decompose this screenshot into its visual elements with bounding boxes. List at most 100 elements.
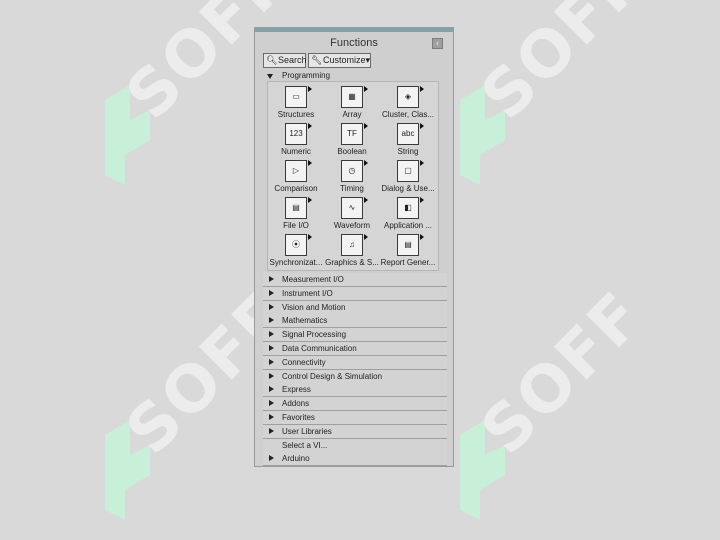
watermark-logo-icon xyxy=(105,420,150,520)
category-label: Favorites xyxy=(282,413,315,422)
graphics-sound-icon: ♫ xyxy=(341,234,363,256)
submenu-arrow-icon xyxy=(364,123,368,129)
expand-down-icon xyxy=(267,74,273,79)
application-control-icon: ◧ xyxy=(397,197,419,219)
waveform-icon: ∿ xyxy=(341,197,363,219)
magnifier-icon: 🔍︎ xyxy=(266,55,278,65)
palette-item[interactable]: ▭ Structures xyxy=(266,84,326,120)
palette-item[interactable]: ▤ File I/O xyxy=(266,195,326,231)
palette-item-label: Synchronizat... xyxy=(269,258,323,267)
palette-item-label: Graphics & S... xyxy=(325,258,379,267)
report-generation-icon: ▤ xyxy=(397,234,419,256)
palette-item[interactable]: ⦿ Synchronizat... xyxy=(266,232,326,268)
submenu-arrow-icon xyxy=(364,160,368,166)
programming-subpalette: ▭ Structures ▦ Array ◈ Cluster, Clas... 123 Num… xyxy=(267,81,439,271)
category-row[interactable]: Measurement I/O xyxy=(263,273,447,287)
category-row[interactable]: Express xyxy=(263,383,447,398)
category-label: Arduino xyxy=(282,454,310,464)
category-label: Measurement I/O xyxy=(282,275,344,284)
numeric-icon: 123 xyxy=(285,123,307,145)
category-label: Select a VI... xyxy=(282,440,328,450)
watermark-text: SOFF xyxy=(467,278,659,469)
submenu-arrow-icon xyxy=(364,86,368,92)
category-label: Instrument I/O xyxy=(282,288,333,298)
pin-icon[interactable]: ‹ xyxy=(432,38,443,49)
search-button[interactable]: 🔍︎ Search xyxy=(263,53,307,68)
palette-item[interactable]: ▷ Comparison xyxy=(266,158,326,194)
submenu-arrow-icon xyxy=(308,86,312,92)
submenu-arrow-icon xyxy=(364,197,368,203)
expand-right-icon xyxy=(269,414,274,420)
palette-item-label: Dialog & Use... xyxy=(381,184,435,193)
category-label: Data Communication xyxy=(282,344,357,353)
category-row[interactable]: Addons xyxy=(263,397,447,412)
submenu-arrow-icon xyxy=(364,234,368,240)
expand-right-icon xyxy=(269,276,274,282)
palette-item[interactable]: ◧ Application ... xyxy=(378,195,438,231)
category-label: Connectivity xyxy=(282,357,326,367)
timing-icon: ◷ xyxy=(341,160,363,182)
category-row[interactable]: Data Communication xyxy=(263,342,447,356)
category-label: Vision and Motion xyxy=(282,302,346,312)
palette-item-label: Timing xyxy=(340,184,364,193)
palette-item-label: Cluster, Clas... xyxy=(381,110,434,119)
category-row[interactable]: Select a VI... xyxy=(263,438,447,453)
comparison-icon: ▷ xyxy=(285,160,307,182)
submenu-arrow-icon xyxy=(420,234,424,240)
palette-item-label: Comparison xyxy=(274,184,318,193)
palette-item-label: Numeric xyxy=(281,147,311,156)
string-icon: abc xyxy=(397,123,419,145)
category-label: User Libraries xyxy=(282,426,332,436)
palette-item-label: Array xyxy=(342,110,362,119)
category-row[interactable]: Signal Processing xyxy=(263,328,447,343)
palette-item-label: String xyxy=(397,147,419,156)
submenu-arrow-icon xyxy=(308,160,312,166)
expand-right-icon xyxy=(269,289,274,296)
structures-icon: ▭ xyxy=(285,86,307,108)
submenu-arrow-icon xyxy=(308,197,312,203)
submenu-arrow-icon xyxy=(420,123,424,129)
palette-item[interactable]: ◷ Timing xyxy=(322,158,382,194)
submenu-arrow-icon xyxy=(420,86,424,92)
palette-item-label: Boolean xyxy=(337,147,367,156)
category-row[interactable]: Arduino xyxy=(263,452,447,467)
palette-title: Functions xyxy=(330,37,378,49)
palette-item-label: Waveform xyxy=(333,221,371,230)
palette-item[interactable]: ▦ Array xyxy=(322,84,382,120)
palette-item[interactable]: 123 Numeric xyxy=(266,121,326,157)
category-row[interactable]: User Libraries xyxy=(263,424,447,439)
palette-item[interactable]: ▢ Dialog & Use... xyxy=(378,158,438,194)
synchronization-icon: ⦿ xyxy=(285,234,307,256)
customize-button[interactable]: 🔧︎ Customize▾ xyxy=(308,53,371,68)
palette-item[interactable]: ∿ Waveform xyxy=(322,195,382,231)
palette-item-label: File I/O xyxy=(283,221,309,230)
expand-right-icon xyxy=(269,386,274,393)
submenu-arrow-icon xyxy=(308,234,312,240)
category-label: Express xyxy=(282,385,311,395)
palette-item[interactable]: ♫ Graphics & S... xyxy=(322,232,382,268)
palette-item[interactable]: TF Boolean xyxy=(322,121,382,157)
expand-right-icon xyxy=(269,317,274,324)
category-row[interactable]: Mathematics xyxy=(263,314,447,329)
expand-right-icon xyxy=(269,427,274,434)
palette-item-label: Application ... xyxy=(383,221,433,230)
category-row[interactable]: Control Design & Simulation xyxy=(263,369,447,384)
submenu-arrow-icon xyxy=(308,123,312,129)
expand-right-icon xyxy=(269,331,274,338)
palette-item[interactable]: ◈ Cluster, Clas... xyxy=(378,84,438,120)
wrench-icon: 🔧︎ xyxy=(311,55,323,65)
dialog-user-interface-icon: ▢ xyxy=(397,160,419,182)
expand-right-icon xyxy=(269,400,274,407)
category-label: Control Design & Simulation xyxy=(282,371,383,381)
category-row[interactable]: Favorites xyxy=(263,411,447,425)
palette-item[interactable]: abc String xyxy=(378,121,438,157)
category-label: Mathematics xyxy=(282,316,328,326)
category-row[interactable]: Instrument I/O xyxy=(263,286,447,301)
palette-titlebar[interactable]: Functions ‹ xyxy=(255,32,453,54)
category-label: Addons xyxy=(282,399,310,409)
expand-right-icon xyxy=(269,303,274,310)
category-row[interactable]: Vision and Motion xyxy=(263,300,447,315)
category-row[interactable]: Connectivity xyxy=(263,355,447,370)
palette-item[interactable]: ▤ Report Gener... xyxy=(378,232,438,268)
watermark-logo-icon xyxy=(460,420,505,520)
